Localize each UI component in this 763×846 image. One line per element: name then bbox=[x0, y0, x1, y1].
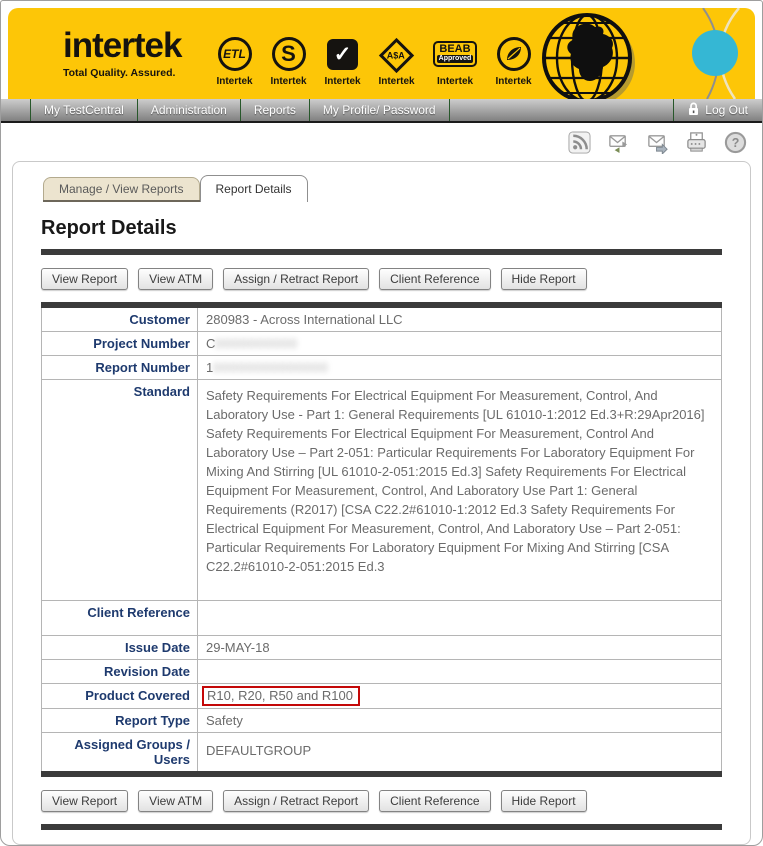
badge-s: S Intertek bbox=[266, 34, 311, 87]
table-row-standard: Standard Safety Requirements For Electri… bbox=[42, 379, 721, 600]
title-divider-bar bbox=[41, 249, 722, 255]
lock-icon bbox=[688, 102, 699, 119]
rss-icon[interactable] bbox=[568, 131, 591, 154]
badge-beab: BEAB Approved Intertek bbox=[428, 34, 482, 87]
field-label: Standard bbox=[42, 380, 198, 600]
tab-manage-view-reports[interactable]: Manage / View Reports bbox=[43, 177, 200, 200]
field-value: Safety Requirements For Electrical Equip… bbox=[198, 380, 721, 600]
highlight-annotation-box: R10, R20, R50 and R100 bbox=[202, 686, 360, 706]
field-label: Report Type bbox=[42, 709, 198, 732]
table-row-report-type: Report Type Safety bbox=[42, 708, 721, 732]
app-window: intertek Total Quality. Assured. ETL Int… bbox=[0, 0, 763, 846]
tab-report-details[interactable]: Report Details bbox=[200, 175, 308, 202]
page-title: Report Details bbox=[41, 217, 722, 240]
field-value: 100000000000000 bbox=[198, 356, 721, 379]
badge-label: Intertek bbox=[324, 76, 360, 87]
nav-item-my-profile-password[interactable]: My Profile/ Password bbox=[310, 99, 450, 121]
badge-label: Intertek bbox=[270, 76, 306, 87]
masthead: intertek Total Quality. Assured. ETL Int… bbox=[8, 8, 755, 99]
logout-button[interactable]: Log Out bbox=[673, 99, 762, 121]
mail-forward-icon[interactable] bbox=[646, 131, 669, 154]
badge-etl: ETL Intertek bbox=[212, 34, 257, 87]
tab-strip: Manage / View Reports Report Details bbox=[43, 175, 308, 202]
field-label: Product Covered bbox=[42, 684, 198, 708]
badge-label: Intertek bbox=[437, 76, 473, 87]
table-row-report-number: Report Number 100000000000000 bbox=[42, 355, 721, 379]
action-buttons-bottom: View Report View ATM Assign / Retract Re… bbox=[41, 790, 722, 812]
nav-item-my-testcentral[interactable]: My TestCentral bbox=[31, 99, 138, 121]
field-label: Customer bbox=[42, 308, 198, 331]
badge-label: Intertek bbox=[495, 76, 531, 87]
view-report-button[interactable]: View Report bbox=[41, 790, 128, 812]
field-value: R10, R20, R50 and R100 bbox=[198, 684, 721, 708]
badge-label: Intertek bbox=[378, 76, 414, 87]
nav-spacer bbox=[1, 99, 31, 121]
orbit-accent-graphic bbox=[643, 8, 755, 99]
assign-retract-report-button[interactable]: Assign / Retract Report bbox=[223, 790, 369, 812]
utility-icon-strip: ? bbox=[1, 123, 762, 161]
field-value: C0000000000 bbox=[198, 332, 721, 355]
table-row-project-number: Project Number C0000000000 bbox=[42, 331, 721, 355]
table-row-assigned-groups-users: Assigned Groups / Users DEFAULTGROUP bbox=[42, 732, 721, 771]
view-atm-button[interactable]: View ATM bbox=[138, 268, 213, 290]
view-report-button[interactable]: View Report bbox=[41, 268, 128, 290]
nav-item-reports[interactable]: Reports bbox=[241, 99, 310, 121]
table-row-client-reference: Client Reference bbox=[42, 600, 721, 635]
intertek-logo: intertek Total Quality. Assured. bbox=[63, 28, 181, 79]
logo-text: intertek bbox=[63, 28, 181, 63]
table-row-product-covered: Product Covered R10, R20, R50 and R100 bbox=[42, 683, 721, 708]
client-reference-button[interactable]: Client Reference bbox=[379, 790, 490, 812]
report-details-table: Customer 280983 - Across International L… bbox=[41, 308, 722, 771]
nav-fill bbox=[450, 99, 674, 121]
logo-tagline: Total Quality. Assured. bbox=[63, 67, 181, 79]
nav-item-administration[interactable]: Administration bbox=[138, 99, 241, 121]
client-reference-button[interactable]: Client Reference bbox=[379, 268, 490, 290]
main-navbar: My TestCentral Administration Reports My… bbox=[1, 99, 762, 123]
assign-retract-report-button[interactable]: Assign / Retract Report bbox=[223, 268, 369, 290]
badge-check: ✓ Intertek bbox=[320, 34, 365, 87]
redacted-text: 0000000000 bbox=[215, 336, 297, 351]
svg-text:?: ? bbox=[732, 135, 740, 149]
checkmark-icon: ✓ bbox=[327, 39, 358, 70]
field-value: 29-MAY-18 bbox=[198, 636, 721, 659]
print-icon[interactable] bbox=[685, 131, 708, 154]
asta-diamond-icon: A$A bbox=[379, 38, 414, 73]
field-label: Report Number bbox=[42, 356, 198, 379]
field-label: Client Reference bbox=[42, 601, 198, 635]
certification-badges: ETL Intertek S Intertek ✓ Intertek A$A I… bbox=[212, 34, 536, 87]
table-row-customer: Customer 280983 - Across International L… bbox=[42, 308, 721, 331]
globe-graphic bbox=[528, 11, 646, 99]
hide-report-button[interactable]: Hide Report bbox=[501, 268, 587, 290]
content-card: Manage / View Reports Report Details Rep… bbox=[12, 161, 751, 845]
action-buttons-top: View Report View ATM Assign / Retract Re… bbox=[41, 268, 722, 290]
badge-label: Intertek bbox=[216, 76, 252, 87]
field-value: Safety bbox=[198, 709, 721, 732]
field-label: Project Number bbox=[42, 332, 198, 355]
help-icon[interactable]: ? bbox=[724, 131, 747, 154]
badge-asta: A$A Intertek bbox=[374, 34, 419, 87]
logout-label: Log Out bbox=[705, 103, 748, 117]
field-value: DEFAULTGROUP bbox=[198, 733, 721, 771]
redacted-text: 00000000000000 bbox=[213, 360, 328, 375]
leaf-icon bbox=[497, 37, 531, 71]
field-value: 280983 - Across International LLC bbox=[198, 308, 721, 331]
field-label: Issue Date bbox=[42, 636, 198, 659]
view-atm-button[interactable]: View ATM bbox=[138, 790, 213, 812]
cyan-dot bbox=[692, 30, 738, 76]
beab-approved-icon: BEAB Approved bbox=[433, 41, 478, 68]
s-mark-icon: S bbox=[272, 37, 306, 71]
field-value bbox=[198, 660, 721, 683]
page-bottom-bar bbox=[41, 824, 722, 830]
table-row-revision-date: Revision Date bbox=[42, 659, 721, 683]
table-row-issue-date: Issue Date 29-MAY-18 bbox=[42, 635, 721, 659]
field-value bbox=[198, 601, 721, 635]
mail-exchange-icon[interactable] bbox=[607, 131, 630, 154]
field-label: Revision Date bbox=[42, 660, 198, 683]
field-label: Assigned Groups / Users bbox=[42, 733, 198, 771]
etl-mark-icon: ETL bbox=[218, 37, 252, 71]
hide-report-button[interactable]: Hide Report bbox=[501, 790, 587, 812]
table-bottom-bar bbox=[41, 771, 722, 777]
